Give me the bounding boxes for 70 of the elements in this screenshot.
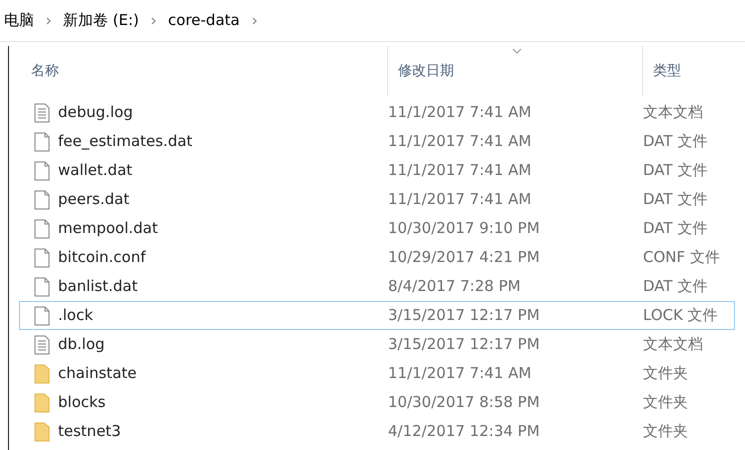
text-file-icon	[34, 334, 50, 354]
file-name: wallet.dat	[58, 160, 132, 182]
chevron-icon	[46, 16, 51, 24]
breadcrumb-item[interactable]: 新加卷 (E:)	[63, 9, 140, 32]
modified-date: 11/1/2017 7:41 AM	[387, 363, 532, 384]
modified-date: 11/1/2017 7:41 AM	[387, 131, 532, 152]
file-row[interactable]: db.log 3/15/2017 12:17 PM 文本文档	[19, 330, 735, 359]
file-row[interactable]: mempool.dat 10/30/2017 9:10 PM DAT 文件	[19, 214, 735, 243]
file-name: .lock	[58, 305, 94, 326]
file-row[interactable]: testnet3 4/12/2017 12:34 PM 文件夹	[19, 417, 735, 446]
file-name: fee_estimates.dat	[58, 131, 192, 152]
file-name: peers.dat	[58, 189, 130, 210]
modified-date: 11/1/2017 7:41 AM	[387, 102, 532, 124]
file-type: DAT 文件	[642, 218, 708, 240]
file-type: 文本文档	[642, 334, 703, 356]
modified-date: 10/30/2017 9:10 PM	[387, 218, 541, 240]
file-icon	[34, 248, 50, 268]
modified-date: 11/1/2017 7:41 AM	[387, 160, 532, 182]
modified-date: 3/15/2017 12:17 PM	[387, 334, 541, 356]
column-header[interactable]: 名称	[9, 60, 387, 82]
file-name: bitcoin.conf	[58, 247, 146, 268]
file-type: DAT 文件	[642, 276, 708, 298]
file-row[interactable]: debug.log 11/1/2017 7:41 AM 文本文档	[19, 98, 735, 127]
file-type: LOCK 文件	[642, 305, 718, 326]
chevron-icon	[252, 16, 257, 24]
file-name: chainstate	[58, 363, 137, 384]
file-type: 文本文档	[642, 102, 703, 124]
file-name: blocks	[58, 392, 106, 414]
modified-date: 11/1/2017 7:41 AM	[387, 189, 532, 210]
modified-date: 10/29/2017 4:21 PM	[387, 247, 541, 268]
sort-caret-icon	[512, 48, 522, 54]
text-file-icon	[34, 102, 50, 122]
column-header[interactable]: 修改日期	[387, 46, 642, 96]
file-name: testnet3	[58, 421, 121, 442]
file-type: DAT 文件	[642, 131, 708, 152]
file-icon	[34, 132, 50, 152]
file-name: db.log	[58, 334, 105, 356]
file-row[interactable]: peers.dat 11/1/2017 7:41 AM DAT 文件	[19, 185, 735, 214]
file-row[interactable]: chainstate 11/1/2017 7:41 AM 文件夹	[19, 359, 735, 388]
file-type: DAT 文件	[642, 160, 708, 182]
folder-icon	[34, 422, 50, 442]
file-type: 文件夹	[642, 421, 688, 442]
file-name: mempool.dat	[58, 218, 158, 240]
modified-date: 8/4/2017 7:28 PM	[387, 276, 522, 298]
breadcrumb-item[interactable]: core-data	[168, 9, 240, 32]
file-icon	[34, 306, 50, 326]
file-type: DAT 文件	[642, 189, 708, 210]
modified-date: 10/30/2017 8:58 PM	[387, 392, 541, 414]
folder-icon	[34, 392, 50, 412]
file-type: 文件夹	[642, 392, 688, 414]
file-name: debug.log	[58, 102, 133, 124]
file-icon	[34, 276, 50, 296]
file-row[interactable]: banlist.dat 8/4/2017 7:28 PM DAT 文件	[19, 272, 735, 301]
file-icon	[34, 160, 50, 180]
folder-icon	[34, 364, 50, 384]
file-row[interactable]: fee_estimates.dat 11/1/2017 7:41 AM DAT 文件	[19, 127, 735, 156]
file-icon	[34, 190, 50, 210]
file-row[interactable]: blocks 10/30/2017 8:58 PM 文件夹	[19, 388, 735, 417]
file-icon	[34, 218, 50, 238]
file-row[interactable]: wallet.dat 11/1/2017 7:41 AM DAT 文件	[19, 156, 735, 185]
file-row[interactable]: bitcoin.conf 10/29/2017 4:21 PM CONF 文件	[19, 243, 735, 272]
modified-date: 4/12/2017 12:34 PM	[387, 421, 541, 442]
file-row[interactable]: .lock 3/15/2017 12:17 PM LOCK 文件	[19, 301, 735, 330]
breadcrumb-item[interactable]: 电脑	[4, 9, 34, 32]
column-header[interactable]: 类型	[642, 46, 745, 96]
modified-date: 3/15/2017 12:17 PM	[387, 305, 541, 326]
chevron-icon	[151, 16, 156, 24]
file-name: banlist.dat	[58, 276, 138, 298]
file-type: 文件夹	[642, 363, 688, 384]
file-type: CONF 文件	[642, 247, 720, 268]
